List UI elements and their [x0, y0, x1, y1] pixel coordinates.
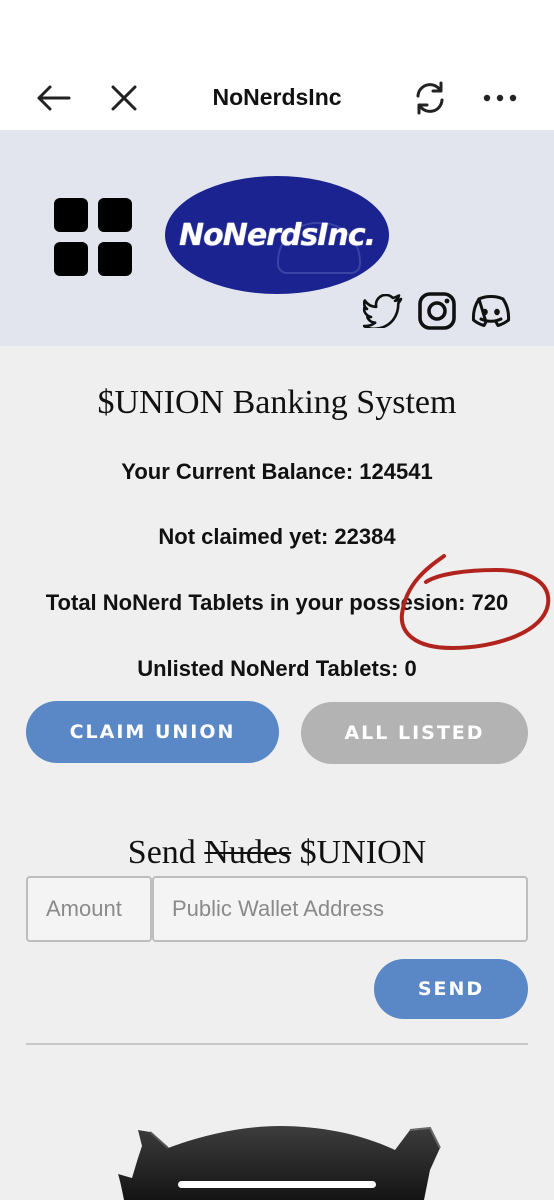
browser-top-bar: NoNerdsInc	[0, 0, 554, 130]
send-title-suffix: $UNION	[299, 834, 427, 871]
page-title: NoNerdsInc	[212, 84, 342, 110]
send-button[interactable]: SEND	[374, 959, 528, 1019]
instagram-icon	[418, 292, 456, 330]
twitter-link[interactable]	[362, 290, 404, 332]
discord-link[interactable]	[470, 290, 512, 332]
menu-grid-icon[interactable]	[54, 198, 134, 278]
header-banner: NoNerdsInc.	[0, 130, 554, 346]
home-indicator	[178, 1181, 376, 1188]
banking-system-title: $UNION Banking System	[97, 384, 457, 421]
send-union-title: Send Nudes $UNION	[0, 834, 554, 872]
not-claimed-amount: Not claimed yet: 22384	[158, 524, 396, 549]
more-icon	[483, 94, 517, 102]
more-options-button[interactable]	[478, 76, 522, 120]
section-divider	[26, 1043, 528, 1045]
send-title-prefix: Send	[127, 834, 196, 871]
instagram-link[interactable]	[416, 290, 458, 332]
send-title-struck: Nudes	[204, 834, 292, 871]
twitter-icon	[363, 294, 403, 328]
discord-icon	[471, 295, 511, 327]
wallet-address-input[interactable]	[152, 876, 528, 942]
nonerds-logo[interactable]: NoNerdsInc.	[165, 176, 389, 294]
refresh-icon	[416, 81, 444, 115]
unlisted-tablets: Unlisted NoNerd Tablets: 0	[137, 656, 417, 681]
total-tablets: Total NoNerd Tablets in your possesion: …	[45, 590, 509, 615]
logo-text: NoNerdsInc.	[179, 217, 376, 253]
all-listed-button[interactable]: ALL LISTED	[301, 702, 528, 764]
amount-input[interactable]	[26, 876, 152, 942]
current-balance: Your Current Balance: 124541	[121, 459, 433, 484]
claim-union-button[interactable]: CLAIM UNION	[26, 701, 279, 763]
refresh-button[interactable]	[408, 76, 452, 120]
